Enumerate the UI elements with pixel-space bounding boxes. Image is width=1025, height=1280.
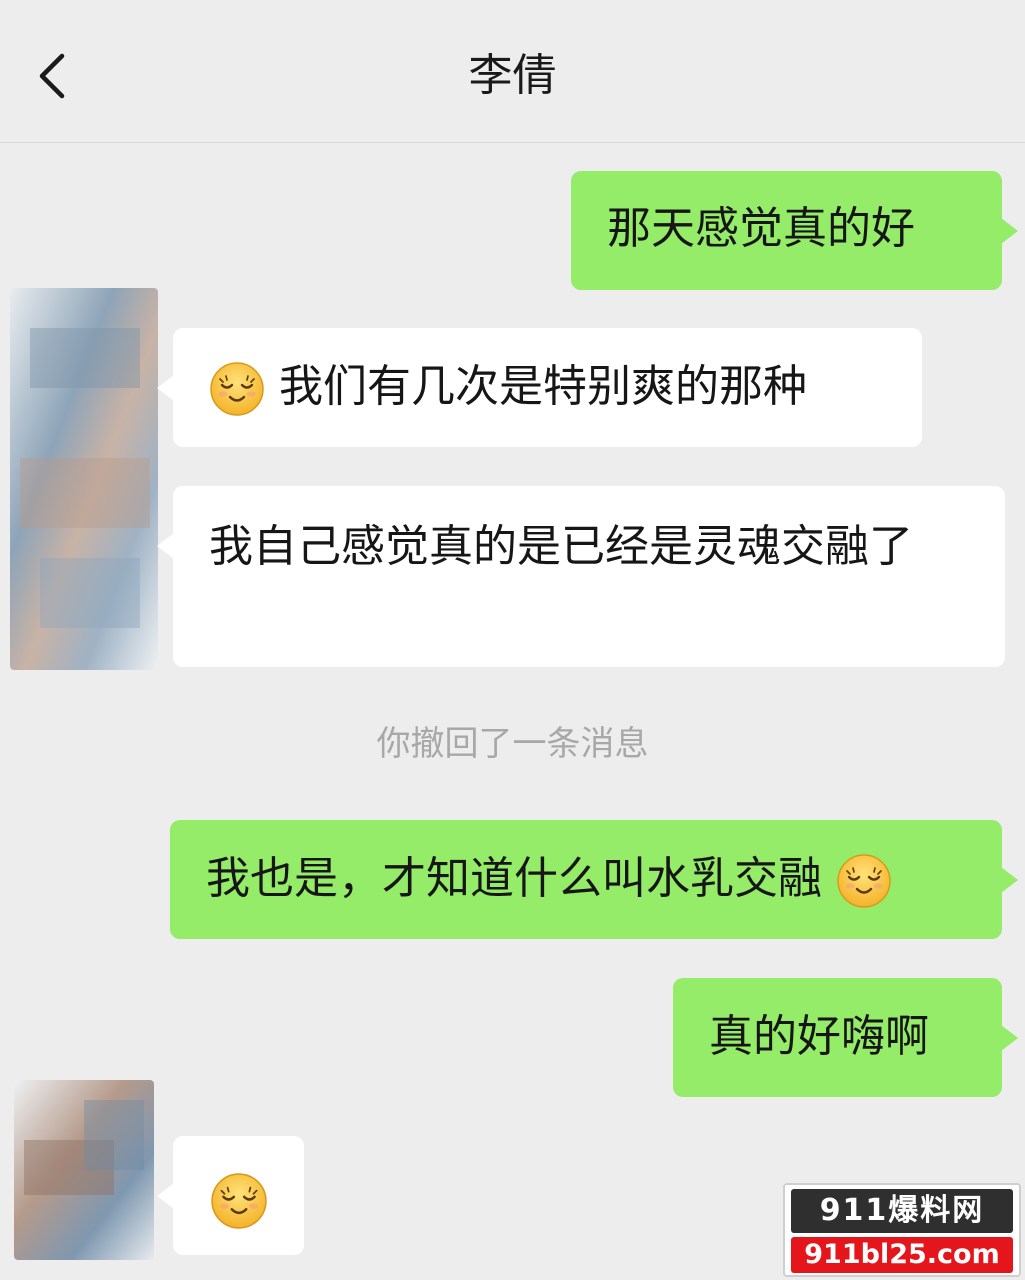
message-text: 我自己感觉真的是已经是灵魂交融了 [209,521,913,572]
contact-avatar[interactable] [14,1080,154,1260]
chat-header: 李倩 [0,0,1025,143]
message-bubble-sent[interactable]: 真的好嗨啊 [673,978,1018,1097]
message-text: 真的好嗨啊 [709,1011,929,1062]
message-text: 那天感觉真的好 [607,203,915,254]
message-text: 我也是，才知道什么叫水乳交融 [206,853,822,904]
message-bubble-sent[interactable]: 那天感觉真的好 [571,171,1018,290]
message-text: 我们有几次是特别爽的那种 [279,361,807,412]
message-bubble-received[interactable]: 我们有几次是特别爽的那种 [157,328,922,447]
message-bubble-received[interactable] [157,1136,304,1255]
smiling-face-with-closed-eyes-icon [209,361,265,417]
avatar-image [10,288,158,670]
watermark-url: 911bl25.com [791,1237,1013,1273]
chat-title: 李倩 [468,50,557,101]
recalled-message-notice: 你撤回了一条消息 [376,724,649,764]
contact-avatar[interactable] [10,288,158,670]
site-watermark: 911爆料网 911bl25.com [783,1183,1021,1277]
smiling-face-with-closed-eyes-icon [836,853,892,909]
smiling-face-with-closed-eyes-icon [210,1172,268,1230]
message-bubble-received[interactable]: 我自己感觉真的是已经是灵魂交融了 [157,486,1005,667]
watermark-brand: 911爆料网 [791,1189,1013,1233]
message-bubble-sent[interactable]: 我也是，才知道什么叫水乳交融 [170,820,1018,939]
avatar-image [14,1080,154,1260]
